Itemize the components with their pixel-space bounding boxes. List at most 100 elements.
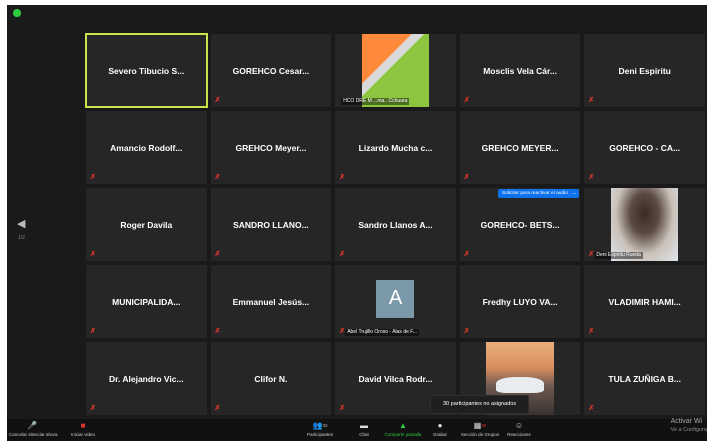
participant-name: Fredhy LUYO VA... — [482, 296, 558, 307]
muted-microphone-icon: ✗ — [339, 328, 346, 335]
participant-name: David Vilca Rodr... — [358, 373, 433, 384]
breakout-rooms-button[interactable]: ▦30 Sección de Grupos — [458, 421, 502, 437]
encryption-shield-icon[interactable] — [13, 9, 21, 17]
participant-tile[interactable]: Mosclis Vela Cár... ✗ — [458, 33, 582, 108]
meeting-toolbar: 🎤 Cancelar silenciar ahora ■ Iniciar vid… — [7, 419, 707, 441]
windows-activation-watermark: Activar Wi Ve a Configura — [671, 417, 707, 435]
participant-tile[interactable]: Dr. Alejandro Vic... ✗ — [85, 341, 208, 416]
participant-tile[interactable]: Deni Espiritu Rueda ✗ — [583, 187, 706, 262]
participant-name: Deni Espiritu — [618, 65, 671, 76]
meeting-window: ◀ 1/2 Severo Tibucio S... GOREHCO Cesar..… — [7, 5, 707, 441]
muted-microphone-icon: ✗ — [214, 405, 221, 412]
muted-microphone-icon: ✗ — [588, 328, 595, 335]
record-icon: ● — [437, 421, 443, 430]
participant-name: Sandro Llanos A... — [358, 219, 433, 230]
muted-microphone-icon: ✗ — [463, 328, 470, 335]
participant-tile[interactable]: GOREHCO- BETS... ✗ — [458, 187, 582, 262]
participant-tile[interactable]: HCO DRE M ...ma.. Cchuara — [334, 33, 457, 108]
participants-label: Participantes — [306, 432, 333, 437]
muted-microphone-icon: ✗ — [214, 97, 221, 104]
participant-name: GOREHCO - CA... — [609, 142, 681, 153]
muted-microphone-icon: ✗ — [214, 251, 221, 258]
participant-caption: Deni Espiritu Rueda — [594, 252, 643, 259]
reactions-button[interactable]: ☺ Reacciones — [505, 421, 533, 437]
participant-tile[interactable]: Clifor N. ✗ — [209, 341, 333, 416]
participant-name: Dr. Alejandro Vic... — [108, 373, 184, 384]
participant-tile[interactable]: MUNICIPALIDA... ✗ — [85, 264, 208, 339]
reactions-icon: ☺ — [514, 421, 524, 430]
participants-count: 32 — [322, 423, 328, 428]
muted-microphone-icon: ✗ — [339, 174, 346, 181]
muted-microphone-icon: ✗ — [214, 174, 221, 181]
reactions-label: Reacciones — [507, 432, 531, 437]
activation-subtitle: Ve a Configura — [670, 427, 707, 433]
participant-name: Mosclis Vela Cár... — [483, 65, 557, 76]
muted-microphone-icon: ✗ — [588, 251, 595, 258]
participant-tile[interactable]: A Abel Trujillo Oroso - Alas de F... ✗ — [334, 264, 457, 339]
participant-tile[interactable]: GOREHCO Cesar... ✗ — [209, 33, 333, 108]
participant-name: Roger Davila — [120, 219, 173, 230]
request-unmute-button[interactable]: Solicitar para reactivar el audio — [498, 189, 572, 198]
chat-label: Chat — [359, 432, 369, 437]
avatar: A — [376, 279, 415, 318]
participant-tile[interactable]: GREHCO Meyer... ✗ — [209, 110, 333, 185]
video-off-icon: ■ — [80, 421, 86, 430]
participant-tile[interactable]: Severo Tibucio S... — [85, 33, 208, 108]
breakout-rooms-label: Sección de Grupos — [460, 432, 500, 437]
participant-name: Amancio Rodolf... — [110, 142, 183, 153]
share-screen-label: Compartir pantalla — [384, 432, 422, 437]
participant-name: Emmanuel Jesús... — [232, 296, 310, 307]
share-screen-button[interactable]: ▲ Compartir pantalla — [380, 421, 426, 437]
participant-tile[interactable]: Deni Espiritu ✗ — [583, 33, 706, 108]
record-button[interactable]: ● Grabar — [429, 421, 451, 437]
microphone-muted-icon: 🎤 — [27, 421, 37, 430]
participant-name: GREHCO Meyer... — [235, 142, 307, 153]
start-video-button[interactable]: ■ Iniciar video — [63, 421, 103, 437]
participant-tile[interactable]: Amancio Rodolf... ✗ — [85, 110, 208, 185]
breakout-rooms-icon: ▦30 — [473, 421, 487, 430]
participants-icon: 👥32 — [312, 421, 328, 430]
chat-button[interactable]: ▬ Chat — [352, 421, 376, 437]
unmute-label: Cancelar silenciar ahora — [9, 432, 58, 437]
participant-name: SANDRO LLANO... — [233, 219, 309, 230]
participant-name: MUNICIPALIDA... — [112, 296, 181, 307]
previous-page-arrow-icon[interactable]: ◀ — [17, 217, 25, 230]
record-label: Grabar — [432, 432, 447, 437]
participant-name: Lizardo Mucha c... — [358, 142, 433, 153]
participant-name: Clifor N. — [254, 373, 288, 384]
muted-microphone-icon: ✗ — [339, 251, 346, 258]
muted-microphone-icon: ✗ — [463, 174, 470, 181]
participant-name: VLADIMIR HAMI... — [608, 296, 681, 307]
participant-tile[interactable]: SANDRO LLANO... ✗ — [209, 187, 333, 262]
muted-microphone-icon: ✗ — [463, 97, 470, 104]
participant-tile[interactable]: Emmanuel Jesús... ✗ — [209, 264, 333, 339]
participant-tile[interactable]: TULA ZUÑIGA B... ✗ — [583, 341, 706, 416]
participant-tile[interactable]: Lizardo Mucha c... ✗ — [334, 110, 457, 185]
muted-microphone-icon: ✗ — [90, 251, 96, 258]
participant-tile[interactable]: Roger Davila ✗ — [85, 187, 208, 262]
participant-tile[interactable]: Fredhy LUYO VA... ✗ — [458, 264, 582, 339]
participant-name: TULA ZUÑIGA B... — [608, 373, 681, 384]
participant-tile[interactable]: Sandro Llanos A... ✗ — [334, 187, 457, 262]
unassigned-participants-tooltip: 30 participantes no asignados — [430, 395, 530, 414]
unmute-button[interactable]: 🎤 Cancelar silenciar ahora — [9, 421, 58, 437]
participant-name: Severo Tibucio S... — [108, 65, 185, 76]
participants-button[interactable]: 👥32 Participantes — [302, 421, 338, 437]
muted-microphone-icon: ✗ — [90, 328, 96, 335]
participant-grid: Severo Tibucio S... GOREHCO Cesar... ✗ HCO … — [84, 32, 707, 417]
request-unmute-more-button[interactable]: ... — [570, 189, 579, 198]
activation-title: Activar Wi — [670, 418, 703, 425]
muted-microphone-icon: ✗ — [588, 174, 595, 181]
participant-caption: Abel Trujillo Oroso - Alas de F... — [345, 329, 419, 336]
page-indicator: 1/2 — [18, 235, 25, 241]
participant-caption: HCO DRE M ...ma.. Cchuara — [341, 98, 410, 105]
muted-microphone-icon: ✗ — [90, 174, 96, 181]
participant-tile[interactable]: VLADIMIR HAMI... ✗ — [583, 264, 706, 339]
participant-tile[interactable]: GOREHCO - CA... ✗ — [583, 110, 706, 185]
participant-name: GOREHCO- BETS... — [480, 219, 560, 230]
muted-microphone-icon: ✗ — [463, 251, 470, 258]
share-screen-icon: ▲ — [399, 421, 407, 430]
participant-tile[interactable]: GREHCO MEYER... ✗ — [458, 110, 582, 185]
car-shape — [495, 377, 545, 394]
participant-name: GREHCO MEYER... — [481, 142, 559, 153]
